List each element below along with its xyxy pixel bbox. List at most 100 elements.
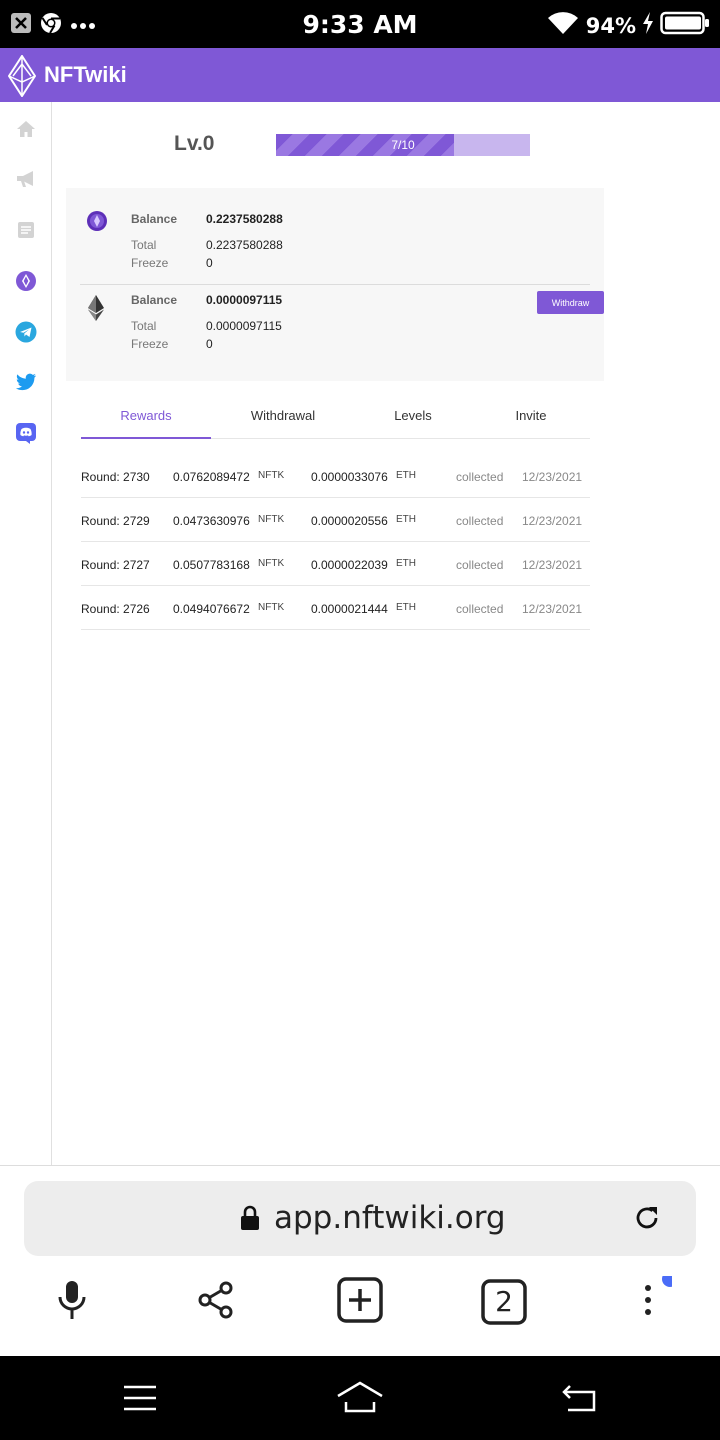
eth-unit: ETH	[396, 602, 416, 613]
browser-toolbar: 2	[0, 1270, 720, 1338]
freeze-label: Freeze	[131, 256, 169, 270]
nftk-amount: 0.0507783168	[173, 558, 250, 572]
level-progress-text: 7/10	[391, 138, 415, 152]
document-icon	[16, 220, 36, 245]
nftk-coin-icon	[86, 210, 108, 232]
tabs-button[interactable]: 2	[480, 1278, 528, 1326]
wifi-icon	[546, 10, 580, 41]
table-row: Round: 2726 0.0494076672 NFTK 0.00000214…	[81, 586, 590, 630]
sidebar	[0, 102, 52, 1165]
round-cell: Round: 2727	[81, 558, 150, 572]
total-value: 0.2237580288	[206, 238, 283, 252]
table-row: Round: 2729 0.0473630976 NFTK 0.00000205…	[81, 498, 590, 542]
share-icon	[196, 1280, 236, 1325]
level-label: Lv.0	[174, 132, 215, 155]
back-icon[interactable]	[560, 1384, 598, 1417]
charging-bolt-icon	[642, 12, 654, 39]
address-bar[interactable]: app.nftwiki.org	[24, 1181, 696, 1256]
url-text[interactable]: app.nftwiki.org	[274, 1200, 506, 1236]
new-tab-icon	[337, 1276, 383, 1328]
wallet-panel: Balance 0.2237580288 Total 0.2237580288 …	[66, 188, 604, 381]
date-cell: 12/23/2021	[522, 470, 583, 484]
menu-icon	[624, 1270, 678, 1329]
balance-label: Balance	[131, 212, 178, 226]
ethereum-icon	[88, 295, 110, 321]
home-icon	[16, 119, 36, 144]
battery-charging-icon	[660, 11, 710, 40]
sidebar-item-announcements[interactable]	[14, 169, 38, 193]
reload-icon[interactable]	[632, 1203, 662, 1238]
recents-icon[interactable]	[122, 1384, 158, 1417]
tab-withdrawal[interactable]: Withdrawal	[221, 398, 345, 439]
sidebar-item-token[interactable]	[14, 270, 38, 297]
main-content: Lv.0 7/10 Balance 0.2237580288 Total 0.2…	[52, 102, 720, 1165]
nftk-amount: 0.0473630976	[173, 514, 250, 528]
date-cell: 12/23/2021	[522, 602, 583, 616]
eth-amount: 0.0000022039	[311, 558, 388, 572]
nftk-amount: 0.0762089472	[173, 470, 250, 484]
nftk-token-icon	[15, 270, 37, 297]
freeze-label: Freeze	[131, 337, 169, 351]
wallet-row-nftk: Balance 0.2237580288 Total 0.2237580288 …	[66, 188, 604, 280]
app-header: NFTwiki	[0, 48, 720, 102]
tab-count: 2	[495, 1285, 513, 1318]
tab-rewards[interactable]: Rewards	[81, 398, 211, 439]
home-icon[interactable]	[336, 1380, 384, 1419]
new-tab-button[interactable]	[336, 1276, 384, 1328]
eth-amount: 0.0000033076	[311, 470, 388, 484]
eth-unit: ETH	[396, 514, 416, 525]
balance-value: 0.2237580288	[206, 212, 283, 226]
twitter-icon	[15, 372, 37, 397]
status-cell: collected	[456, 514, 504, 528]
eth-unit: ETH	[396, 558, 416, 569]
tabs-icon: 2	[481, 1279, 527, 1325]
battery-percent: 94%	[585, 13, 636, 38]
sidebar-item-twitter[interactable]	[14, 372, 38, 396]
telegram-icon	[15, 321, 37, 348]
lock-icon	[240, 1205, 260, 1236]
status-bar: 9:33 AM 94%	[0, 0, 720, 48]
nftk-amount: 0.0494076672	[173, 602, 250, 616]
total-label: Total	[131, 238, 157, 252]
status-cell: collected	[456, 558, 504, 572]
app-title: NFTwiki	[44, 62, 127, 87]
eth-unit: ETH	[396, 470, 416, 481]
sidebar-item-discord[interactable]	[14, 422, 38, 449]
browser-bottom-bar: app.nftwiki.org 2	[0, 1165, 720, 1356]
nftk-unit: NFTK	[258, 470, 285, 481]
discord-icon	[15, 422, 37, 449]
table-row: Round: 2727 0.0507783168 NFTK 0.00000220…	[81, 542, 590, 586]
withdraw-button[interactable]: Withdraw	[537, 291, 604, 314]
system-nav-bar	[0, 1356, 720, 1440]
nftk-unit: NFTK	[258, 558, 285, 569]
sidebar-item-docs[interactable]	[14, 220, 38, 244]
round-cell: Round: 2730	[81, 470, 150, 484]
freeze-value: 0	[206, 256, 213, 270]
sidebar-item-home[interactable]	[14, 119, 38, 143]
microphone-icon	[55, 1279, 89, 1326]
balance-value: 0.0000097115	[206, 293, 283, 307]
eth-amount: 0.0000020556	[311, 514, 388, 528]
sidebar-item-telegram[interactable]	[14, 321, 38, 348]
tab-invite[interactable]: Invite	[481, 398, 581, 439]
wallet-row-eth: Balance 0.0000097115 Total 0.0000097115 …	[80, 284, 604, 376]
total-value: 0.0000097115	[206, 319, 282, 333]
status-cell: collected	[456, 470, 504, 484]
date-cell: 12/23/2021	[522, 514, 583, 528]
round-cell: Round: 2729	[81, 514, 150, 528]
balance-label: Balance	[131, 293, 178, 307]
tab-levels[interactable]: Levels	[361, 398, 465, 439]
table-row: Round: 2730 0.0762089472 NFTK 0.00000330…	[81, 454, 590, 498]
share-button[interactable]	[192, 1278, 240, 1326]
eth-amount: 0.0000021444	[311, 602, 388, 616]
menu-button[interactable]	[624, 1270, 678, 1329]
nftk-unit: NFTK	[258, 602, 285, 613]
total-label: Total	[131, 319, 157, 333]
microphone-button[interactable]	[48, 1278, 96, 1326]
round-cell: Round: 2726	[81, 602, 150, 616]
status-cell: collected	[456, 602, 504, 616]
rewards-list: Round: 2730 0.0762089472 NFTK 0.00000330…	[81, 454, 590, 630]
date-cell: 12/23/2021	[522, 558, 583, 572]
nftwiki-logo-icon	[7, 54, 37, 98]
nftk-unit: NFTK	[258, 514, 285, 525]
